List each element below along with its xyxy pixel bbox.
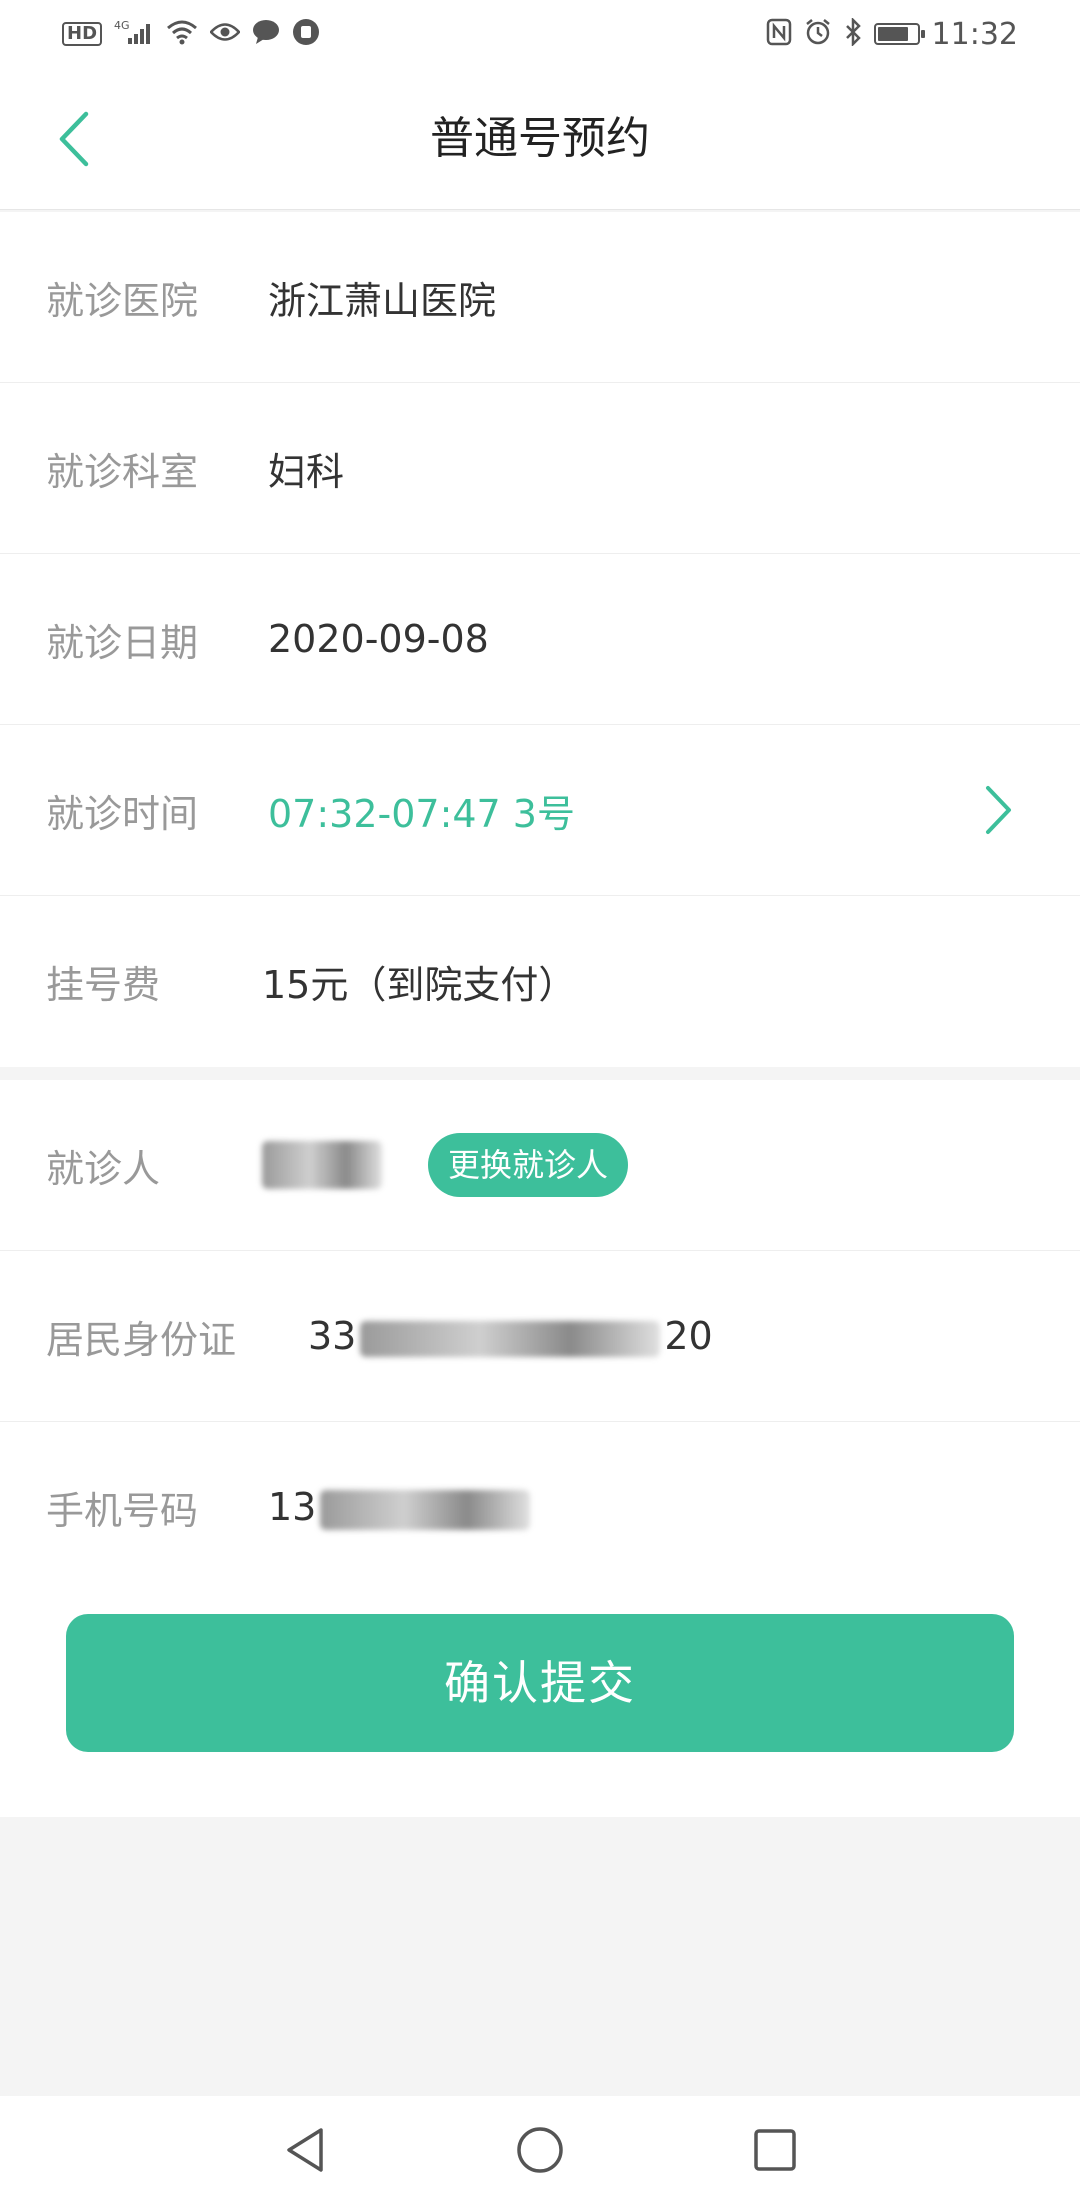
- square-recents-icon: [754, 2129, 796, 2171]
- wifi-icon: [166, 19, 198, 50]
- network-type-label: 4G: [114, 19, 130, 32]
- id-card-row: 居民身份证 33 20: [0, 1251, 1080, 1422]
- fee-value: 15元（到院支付）: [262, 963, 577, 1007]
- patient-label: 就诊人: [46, 1146, 161, 1191]
- battery-icon: [873, 23, 925, 45]
- eye-icon: [209, 21, 241, 48]
- triangle-back-icon: [287, 2128, 323, 2172]
- hospital-value: 浙江萧山医院: [268, 278, 497, 323]
- phone-label: 手机号码: [46, 1489, 199, 1533]
- signal-icon: 4G: [114, 18, 154, 51]
- nav-back-button[interactable]: [275, 2120, 335, 2180]
- submit-area: 确认提交: [0, 1562, 1080, 1817]
- shield-icon: [292, 18, 320, 51]
- date-row: 就诊日期 2020-09-08: [0, 554, 1080, 725]
- department-value: 妇科: [268, 449, 345, 494]
- phone-redacted: [320, 1489, 531, 1530]
- status-left-icons: HD 4G: [62, 18, 320, 51]
- nav-home-button[interactable]: [510, 2120, 570, 2180]
- hospital-label: 就诊医院: [46, 278, 199, 323]
- date-value: 2020-09-08: [268, 617, 489, 661]
- battery-level: [877, 27, 908, 41]
- system-nav-bar: [0, 2096, 1080, 2204]
- confirm-submit-button[interactable]: 确认提交: [66, 1614, 1014, 1752]
- id-card-redacted: [360, 1320, 661, 1357]
- nav-recents-button[interactable]: [745, 2120, 805, 2180]
- time-value[interactable]: 07:32-07:47 3号: [268, 783, 575, 838]
- id-card-value: 33 20: [308, 1314, 713, 1358]
- phone-prefix: 13: [268, 1485, 317, 1530]
- time-row[interactable]: 就诊时间 07:32-07:47 3号: [0, 725, 1080, 896]
- id-card-suffix: 20: [664, 1314, 713, 1358]
- time-label: 就诊时间: [46, 791, 199, 836]
- bluetooth-icon: [844, 16, 862, 51]
- patient-row: 就诊人 更换就诊人: [0, 1080, 1080, 1251]
- status-bar: HD 4G 11:32: [0, 0, 1080, 68]
- appointment-info-section: 就诊医院 浙江萧山医院 就诊科室 妇科 就诊日期 2020-09-08 就诊时间…: [0, 212, 1080, 1067]
- fee-label: 挂号费: [46, 963, 161, 1007]
- phone-value: 13: [268, 1485, 531, 1530]
- status-time: 11:32: [931, 16, 1018, 52]
- chat-icon: [252, 19, 280, 50]
- department-label: 就诊科室: [46, 449, 199, 494]
- page-title: 普通号预约: [430, 113, 650, 164]
- hd-icon: HD: [62, 22, 103, 46]
- id-card-label: 居民身份证: [46, 1317, 237, 1362]
- change-patient-button[interactable]: 更换就诊人: [428, 1133, 629, 1197]
- chevron-right-icon[interactable]: [978, 780, 1018, 840]
- nfc-icon: [766, 18, 792, 51]
- alarm-icon: [804, 18, 832, 51]
- department-row: 就诊科室 妇科: [0, 383, 1080, 554]
- patient-name-redacted: [262, 1141, 382, 1189]
- circle-home-icon: [517, 2127, 563, 2173]
- id-card-prefix: 33: [308, 1314, 357, 1358]
- fee-row: 挂号费 15元（到院支付）: [0, 896, 1080, 1067]
- hospital-row: 就诊医院 浙江萧山医院: [0, 212, 1080, 383]
- patient-info-section: 就诊人 更换就诊人 居民身份证 33 20 手机号码 13: [0, 1080, 1080, 1593]
- header: 普通号预约: [0, 68, 1080, 210]
- status-right-icons: 11:32: [766, 16, 1018, 52]
- date-label: 就诊日期: [46, 620, 199, 665]
